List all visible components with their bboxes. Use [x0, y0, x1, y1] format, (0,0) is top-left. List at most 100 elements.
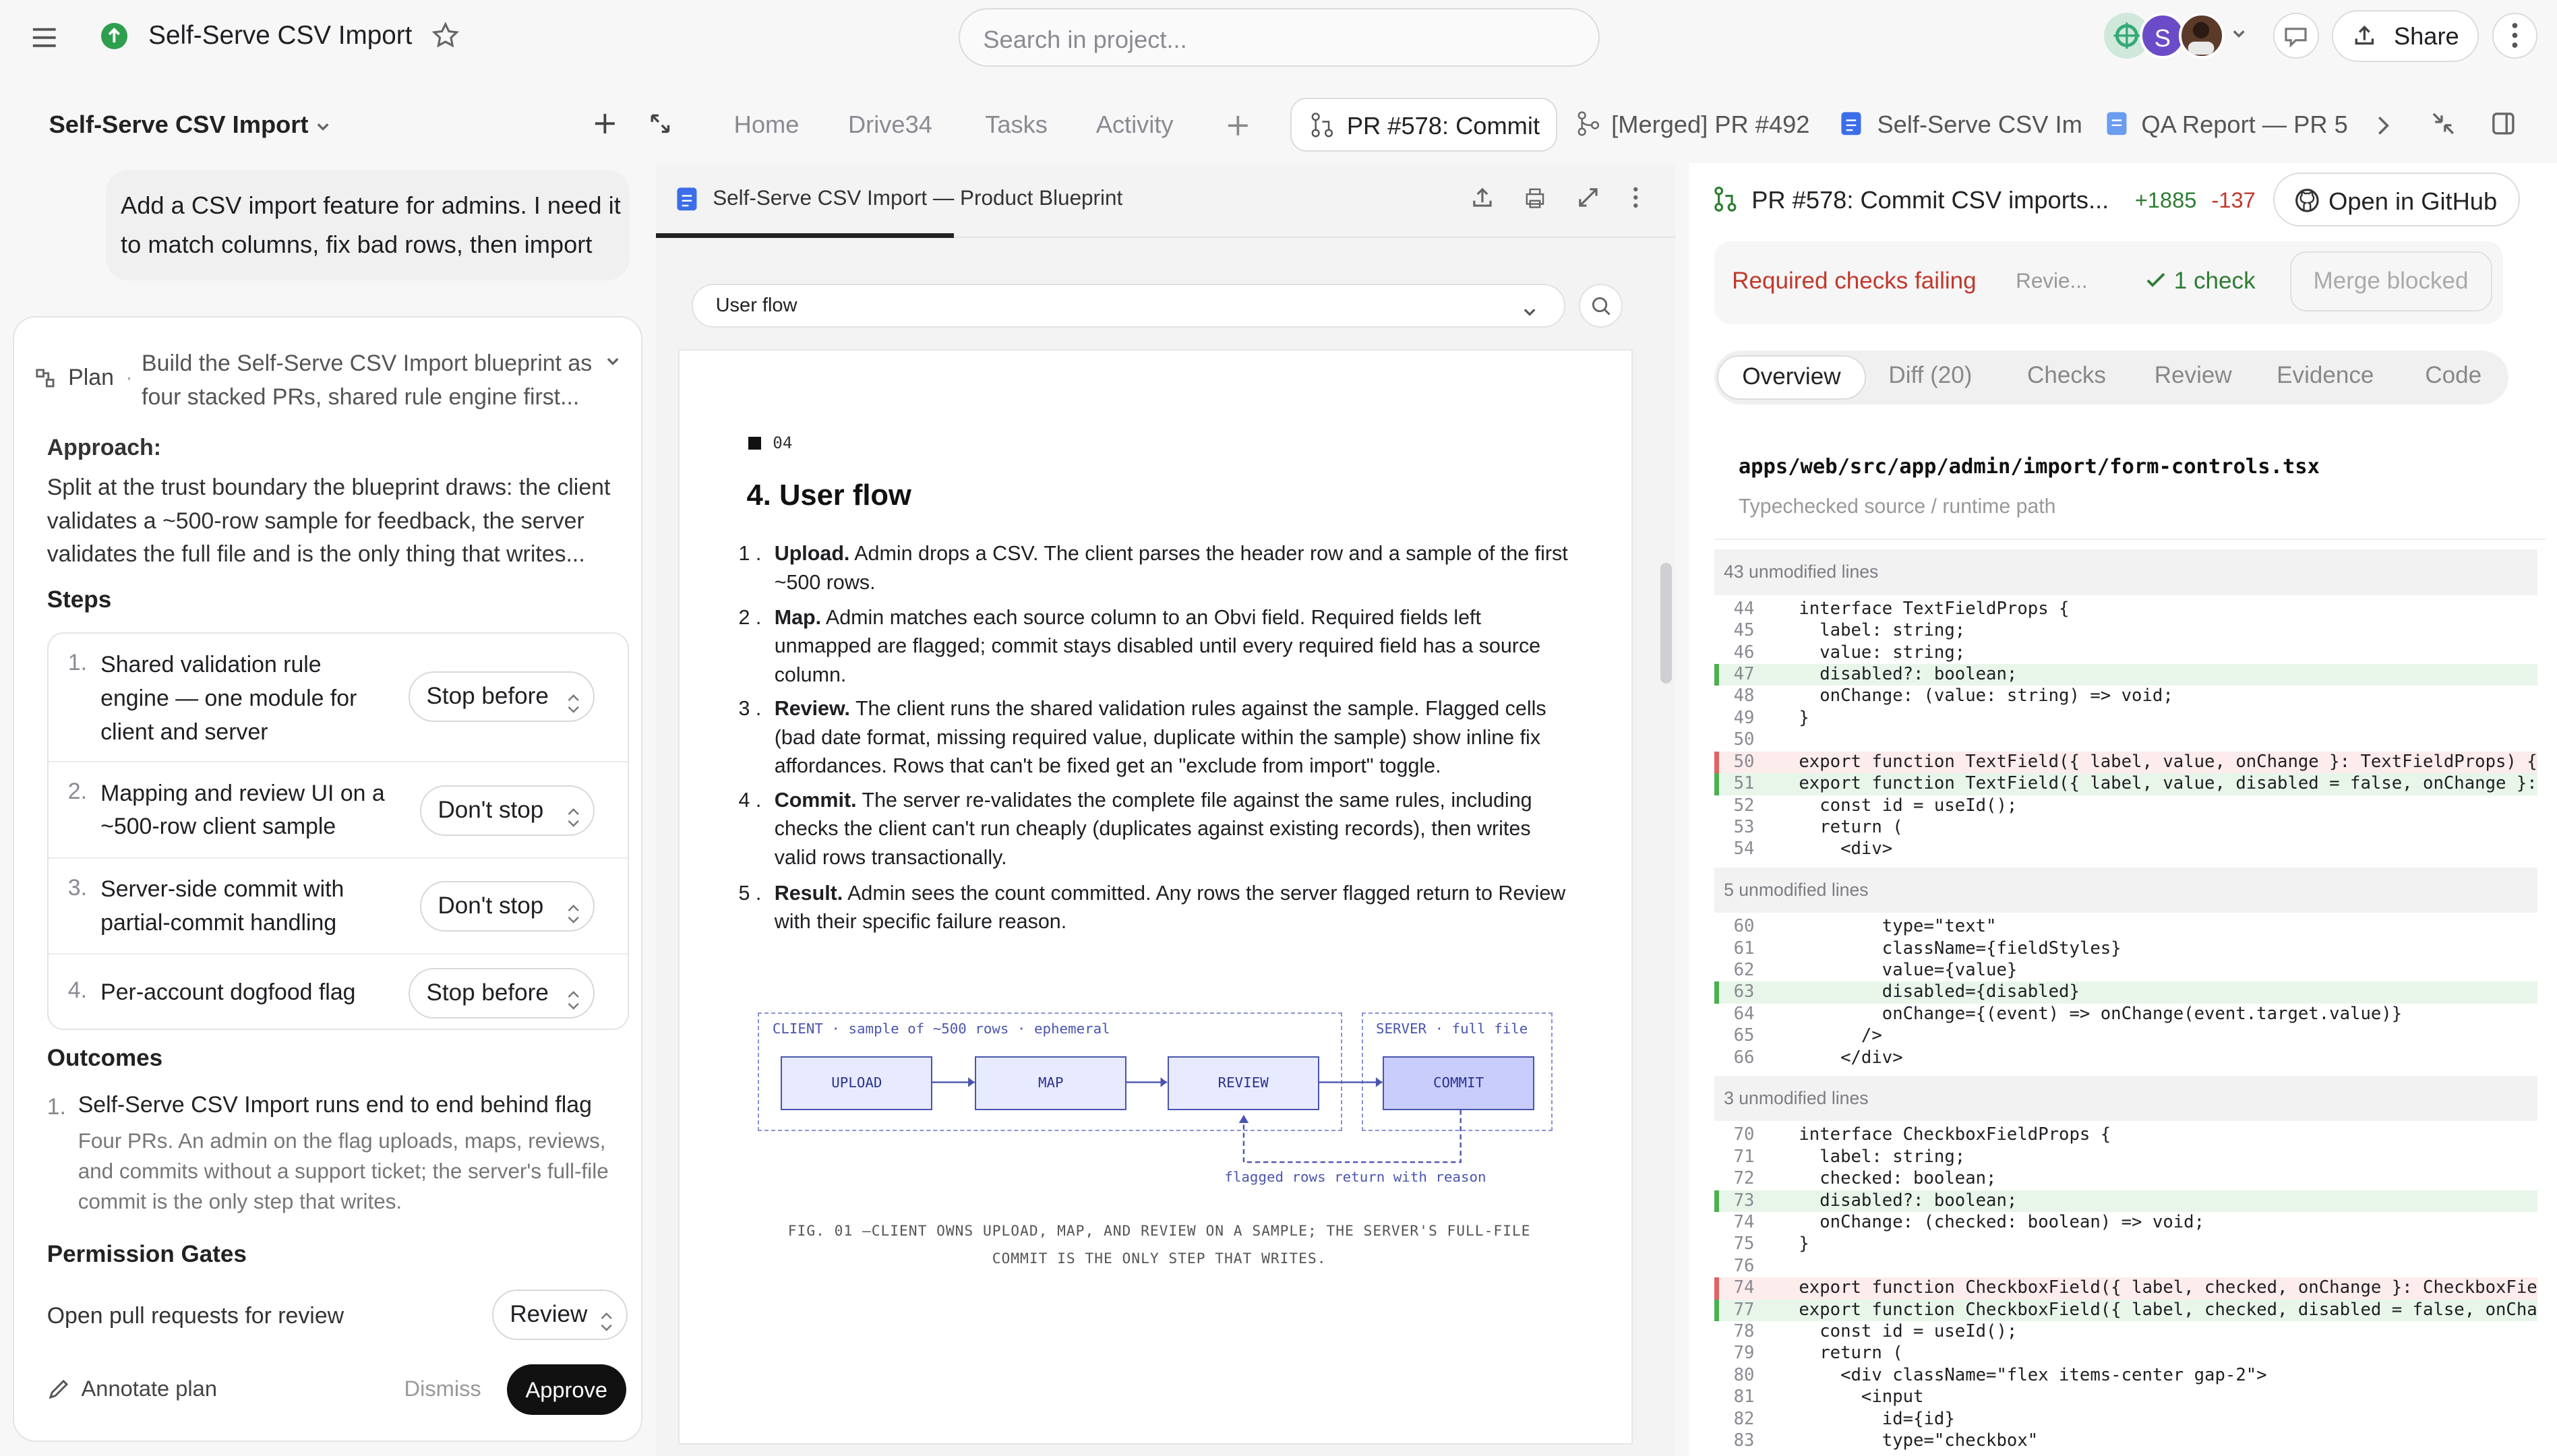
- menu-icon[interactable]: [30, 23, 59, 53]
- open-in-github-button[interactable]: Open in GitHub: [2273, 173, 2520, 227]
- search-input[interactable]: Search in project...: [959, 8, 1600, 67]
- outcomes-title: Outcomes: [47, 1045, 163, 1072]
- steps-list: 1. Shared validation rule engine — one m…: [47, 632, 630, 1031]
- avatar-photo[interactable]: [2179, 13, 2225, 59]
- code-line: 70 interface CheckboxFieldProps {: [1733, 1124, 2111, 1145]
- stop-select[interactable]: Stop before: [409, 671, 595, 722]
- code-line: 74 onChange: (checked: boolean) => void;: [1733, 1211, 2205, 1232]
- print-icon[interactable]: [1524, 186, 1546, 209]
- permission-gates-title: Permission Gates: [47, 1240, 247, 1267]
- more-icon[interactable]: [1631, 186, 1641, 209]
- steps-title: Steps: [47, 586, 112, 613]
- tab-activity[interactable]: Activity: [1096, 111, 1174, 139]
- comments-icon[interactable]: [2273, 13, 2320, 59]
- search-icon[interactable]: [1578, 283, 1623, 328]
- approve-button[interactable]: Approve: [506, 1364, 626, 1416]
- list-item: 3 . Review. The client runs the shared va…: [738, 697, 1546, 778]
- tab-diff[interactable]: Diff (20): [1888, 362, 1972, 389]
- top-bar: Self-Serve CSV Import Search in project.…: [0, 0, 2557, 75]
- unmodified-lines-hunk[interactable]: 3 unmodified lines: [1714, 1075, 2538, 1122]
- section-select[interactable]: User flow: [691, 283, 1566, 328]
- section-heading: 4. User flow: [746, 479, 911, 512]
- code-line: 72 checked: boolean;: [1733, 1168, 1997, 1189]
- approach-title: Approach:: [47, 435, 162, 461]
- scrollbar[interactable]: [1660, 562, 1672, 684]
- document-icon: [2105, 111, 2128, 144]
- code-line: 63 disabled={disabled}: [1714, 981, 2538, 1004]
- pr-title: PR #578: Commit CSV imports...: [1751, 185, 2109, 214]
- unmodified-lines-hunk[interactable]: 5 unmodified lines: [1714, 867, 2538, 913]
- tab-merged-pr-492[interactable]: [Merged] PR #492: [1611, 111, 1817, 139]
- code-line: 83 type="checkbox": [1733, 1430, 2039, 1450]
- code-line: 82 id={id}: [1733, 1408, 1955, 1429]
- approach-text: Split at the trust boundary the blueprin…: [47, 474, 611, 568]
- chevron-down-icon[interactable]: [315, 119, 331, 135]
- annotate-plan-button[interactable]: Annotate plan: [82, 1376, 217, 1401]
- workspace-title[interactable]: Self-Serve CSV Import: [49, 111, 309, 139]
- tab-evidence[interactable]: Evidence: [2277, 362, 2374, 389]
- updown-icon: [567, 684, 580, 731]
- code-line: 73 disabled?: boolean;: [1714, 1190, 2538, 1212]
- figure-caption: FIG. 01 —CLIENT OWNS UPLOAD, MAP, AND RE…: [787, 1222, 1531, 1240]
- unmodified-lines-hunk[interactable]: 43 unmodified lines: [1714, 549, 2538, 595]
- code-line: 47 disabled?: boolean;: [1714, 664, 2538, 686]
- merge-icon: [1575, 111, 1602, 144]
- plus-icon[interactable]: [592, 111, 618, 137]
- pr-tabs: Overview Diff (20) Checks Review Evidenc…: [1714, 351, 2508, 404]
- section-kicker: 04: [773, 433, 793, 453]
- chevron-right-icon[interactable]: [2374, 113, 2390, 139]
- tab-tasks[interactable]: Tasks: [985, 111, 1048, 139]
- updown-icon: [600, 1302, 613, 1349]
- fullscreen-icon[interactable]: [1577, 186, 1600, 209]
- code-line: 54 <div>: [1733, 839, 1893, 859]
- updown-icon: [567, 798, 580, 845]
- list-item: 1 . Upload. Admin drops a CSV. The client…: [738, 542, 1568, 594]
- file-header: apps/web/src/app/admin/import/form-contr…: [1714, 429, 2546, 540]
- star-icon[interactable]: [431, 21, 460, 51]
- github-icon: [2294, 187, 2320, 220]
- tab-drive[interactable]: Drive34: [848, 111, 932, 139]
- code-line: 79 return (: [1733, 1343, 1903, 1364]
- code-line: 62 value={value}: [1733, 959, 2018, 980]
- additions-count: +1885: [2134, 187, 2197, 213]
- more-icon[interactable]: [2492, 13, 2538, 59]
- active-tab-indicator: [655, 233, 955, 239]
- merge-blocked-button[interactable]: Merge blocked: [2289, 251, 2492, 312]
- panel-toggle-icon[interactable]: [2490, 111, 2517, 137]
- gate-select[interactable]: Review: [492, 1290, 628, 1341]
- code-line: 71 label: string;: [1733, 1146, 1966, 1167]
- stop-select[interactable]: Don't stop: [420, 785, 595, 836]
- share-icon[interactable]: [1471, 186, 1494, 209]
- share-button[interactable]: Share: [2332, 9, 2479, 62]
- tab-home[interactable]: Home: [734, 111, 800, 139]
- plan-label: Plan: [68, 365, 114, 391]
- document-icon: [675, 186, 698, 219]
- list-item: 5 . Result. Admin sees the count committe…: [738, 881, 1566, 934]
- collapse-icon[interactable]: [2430, 111, 2457, 137]
- doc-tab-title[interactable]: Self-Serve CSV Import — Product Blueprin…: [713, 186, 1122, 210]
- stop-select[interactable]: Stop before: [409, 967, 595, 1019]
- return-label: flagged rows return with reason: [1224, 1169, 1486, 1186]
- gate-label: Open pull requests for review: [47, 1302, 344, 1329]
- tab-review[interactable]: Review: [2155, 362, 2232, 389]
- pull-request-icon: [1309, 112, 1335, 145]
- chevron-down-icon[interactable]: [605, 354, 621, 370]
- tab-blueprint[interactable]: Self-Serve CSV Im: [1877, 111, 2086, 139]
- tab-qa-report[interactable]: QA Report — PR 5: [2141, 111, 2348, 139]
- tab-checks[interactable]: Checks: [2027, 362, 2106, 389]
- file-path: apps/web/src/app/admin/import/form-contr…: [1738, 454, 2320, 479]
- chevron-down-icon[interactable]: [2231, 26, 2247, 42]
- pencil-icon: [47, 1378, 70, 1407]
- review-status: Revie...: [2016, 269, 2088, 293]
- add-tab-icon[interactable]: [1225, 113, 1251, 139]
- code-line: 44 interface TextFieldProps {: [1733, 598, 2070, 619]
- pr-panel: PR #578: Commit CSV imports... +1885 -13…: [1689, 162, 2557, 1456]
- project-status-icon: [100, 22, 127, 49]
- stop-select[interactable]: Don't stop: [420, 881, 595, 932]
- expand-icon[interactable]: [647, 111, 673, 137]
- tab-pr-578[interactable]: PR #578: Commit: [1290, 98, 1558, 152]
- tab-code[interactable]: Code: [2425, 362, 2481, 389]
- tab-overview[interactable]: Overview: [1717, 355, 1866, 400]
- dismiss-button[interactable]: Dismiss: [404, 1376, 481, 1401]
- document-icon: [1840, 111, 1863, 144]
